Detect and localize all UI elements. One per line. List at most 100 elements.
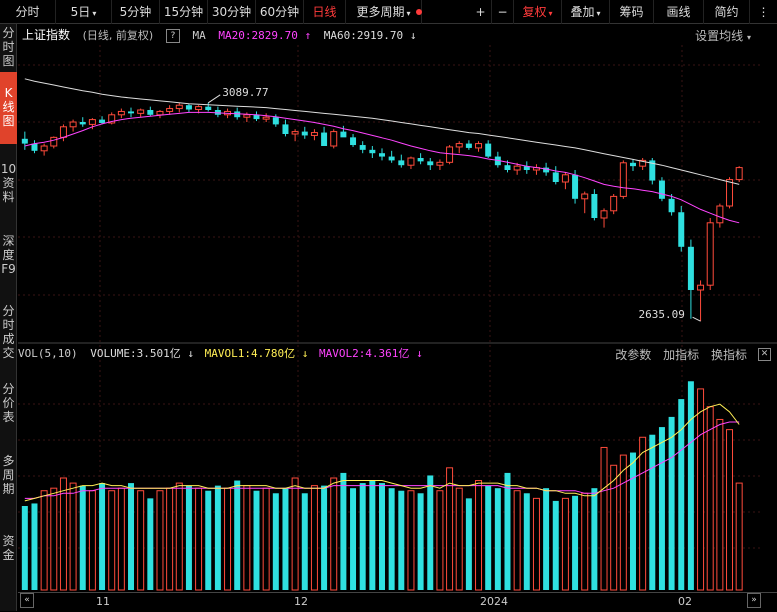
add-indicator-button[interactable]: 加指标 — [663, 348, 699, 362]
candle-body — [398, 160, 405, 166]
volume-bar — [99, 483, 106, 590]
switch-indicator-button[interactable]: 换指标 — [711, 348, 747, 362]
ma60-line — [24, 78, 740, 185]
candle-body — [156, 110, 164, 116]
volume-bar — [31, 503, 38, 590]
candle-body — [619, 162, 627, 197]
candle-body — [427, 161, 434, 166]
candle-body — [485, 143, 492, 157]
volume-bar — [79, 485, 86, 590]
candle-body — [321, 132, 328, 146]
candle-body — [726, 179, 734, 207]
change-params-button[interactable]: 改参数 — [615, 348, 651, 362]
volume-bar — [350, 488, 357, 590]
volume-bar — [591, 488, 598, 590]
volume-bar — [697, 388, 705, 591]
candle-body — [465, 143, 472, 148]
volume-bar — [407, 490, 415, 591]
volume-bar — [427, 475, 434, 590]
kline-chart[interactable]: 3089.77 2635.09 — [0, 0, 777, 611]
volume-bar — [600, 446, 608, 591]
candle-body — [706, 222, 714, 286]
volume-bar — [262, 487, 270, 591]
candle-body — [195, 106, 203, 111]
candle-body — [359, 145, 366, 150]
candle-body — [504, 165, 511, 170]
candle-body — [166, 108, 174, 112]
volume-bar — [581, 492, 589, 591]
candle-body — [513, 165, 521, 171]
candle-body — [572, 174, 579, 199]
volume-bar — [195, 487, 203, 591]
candle-body — [262, 116, 270, 120]
volume-bar — [282, 488, 289, 590]
volume-bar — [572, 495, 579, 590]
volume-bar — [735, 482, 743, 591]
candle-body — [340, 131, 347, 138]
candle-body — [446, 146, 454, 163]
volume-bar — [417, 493, 424, 590]
volume-bar — [166, 487, 174, 591]
volume-bar — [619, 454, 627, 591]
candle-body — [350, 137, 357, 146]
volume-bar — [706, 406, 714, 591]
close-icon[interactable]: ✕ — [758, 348, 771, 361]
candle-body — [175, 104, 183, 110]
volume-legend: VOL(5,10) VOLUME:3.501亿 ↓ MAVOL1:4.780亿 … — [18, 346, 423, 362]
candle-body — [407, 157, 415, 166]
x-tick-label: 11 — [96, 595, 110, 608]
candle-body — [716, 205, 724, 224]
volume-indicator-name[interactable]: VOL(5,10) — [18, 347, 78, 360]
volume-bar — [388, 488, 395, 590]
scroll-right-icon[interactable]: » — [747, 593, 761, 608]
candles-layer — [21, 102, 743, 322]
candle-body — [147, 110, 154, 115]
volume-bar — [726, 429, 734, 591]
volume-bar — [716, 418, 724, 591]
volume-bar — [561, 497, 569, 591]
candle-body — [658, 180, 665, 199]
candle-body — [455, 143, 463, 148]
volume-bar — [436, 490, 444, 591]
volume-bar — [117, 487, 125, 591]
candle-body — [417, 158, 424, 162]
arrow-down-icon: ↓ — [416, 347, 423, 360]
candle-body — [581, 193, 589, 200]
candle-body — [697, 284, 705, 291]
volume-bar — [475, 480, 483, 591]
volume-bar — [156, 490, 164, 591]
arrow-down-icon: ↓ — [301, 347, 309, 360]
volume-bar — [88, 490, 96, 591]
volume-bar — [639, 436, 647, 591]
volume-bar — [523, 493, 530, 590]
volume-bar — [234, 480, 241, 590]
scroll-left-icon[interactable]: « — [20, 593, 34, 608]
volume-bar — [205, 490, 212, 590]
candle-body — [668, 198, 675, 213]
volume-bar — [175, 482, 183, 591]
candle-body — [185, 105, 192, 110]
volume-bar — [59, 477, 67, 591]
candle-body — [436, 161, 444, 166]
volume-bar — [253, 490, 260, 590]
arrow-down-icon: ↓ — [187, 347, 194, 360]
volume-bar — [21, 506, 28, 590]
low-pointer — [692, 316, 701, 322]
ma20-line — [24, 111, 740, 224]
volume-bar — [359, 483, 366, 590]
volume-bar — [629, 452, 636, 590]
candle-body — [21, 138, 28, 144]
candle-body — [128, 111, 135, 114]
volume-bar — [465, 498, 472, 590]
annotations-layer: 3089.77 2635.09 — [207, 86, 701, 322]
volume-bar — [649, 434, 656, 590]
volume-bar — [108, 490, 116, 591]
candle-body — [99, 119, 106, 123]
candle-body — [561, 174, 569, 183]
volume-bar — [455, 487, 463, 591]
x-tick-label: 2024 — [480, 595, 508, 608]
volume-bar — [513, 490, 521, 591]
candle-body — [475, 143, 483, 149]
candle-body — [243, 114, 251, 118]
high-price-label: 3089.77 — [222, 86, 268, 99]
